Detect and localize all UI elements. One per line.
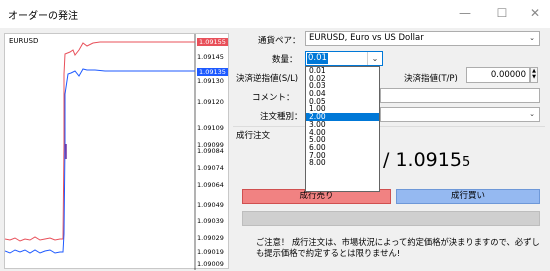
order-window: オーダーの発注 — ☐ ✕ EURUSD 1.09155 1.09145 1.0… [0, 0, 550, 271]
volume-select[interactable]: 0.01 ⌄ [305, 51, 383, 66]
comment-input[interactable] [380, 88, 540, 103]
bid-line [5, 68, 195, 254]
price-display-pip: 5 [461, 155, 471, 170]
volume-dropdown-list[interactable]: 0.01 0.02 0.03 0.04 0.05 1.00 2.00 3.00 … [305, 66, 380, 192]
volume-option[interactable]: 8.00 [306, 159, 379, 167]
symbol-label: 通貨ペア： [258, 36, 301, 46]
maximize-icon[interactable]: ☐ [491, 3, 513, 23]
price-label: 1.09029 [197, 234, 224, 242]
tp-label: 決済指値(T/P) [404, 74, 458, 84]
price-label: 1.09120 [197, 98, 224, 106]
bid-price-tag: 1.09135 [197, 68, 228, 76]
price-label: 1.09074 [197, 164, 224, 172]
price-label: 1.09145 [197, 53, 224, 61]
tp-input[interactable]: 0.00000 [466, 67, 530, 83]
group-title: 成行注文 [236, 131, 271, 141]
price-label: 1.09109 [197, 124, 224, 132]
price-label: 1.09049 [197, 201, 224, 209]
volume-label: 数量： [272, 55, 298, 65]
tick-chart: EURUSD 1.09155 1.09145 1.09135 1.09130 1… [4, 33, 229, 270]
buy-button[interactable]: 成行買い [396, 189, 540, 204]
symbol-value: EURUSD, Euro vs US Dollar [309, 33, 424, 43]
price-display: / 1.09155 [383, 149, 470, 171]
order-type-select[interactable]: ⌄ [380, 107, 540, 122]
ask-line [5, 41, 195, 242]
window-title: オーダーの発注 [8, 11, 78, 22]
sl-label: 決済逆指値(S/L) [236, 74, 299, 84]
chevron-down-icon: ⌄ [529, 110, 535, 118]
title-bar: オーダーの発注 — ☐ ✕ [0, 0, 550, 28]
order-type-label: 注文種別： [260, 112, 303, 122]
close-icon[interactable]: ✕ [524, 3, 546, 23]
comment-label: コメント： [252, 93, 295, 103]
price-label: 1.09064 [197, 181, 224, 189]
price-label: 1.09039 [197, 217, 224, 225]
notice-text: ご注意！ 成行注文は、市場状況によって約定価格が決まりますので、必ずしも提示価格… [256, 237, 540, 258]
price-display-main: / 1.0915 [383, 149, 462, 171]
price-label: 1.09084 [197, 147, 224, 155]
tp-spinner[interactable]: ▲ ▼ [530, 67, 538, 83]
symbol-select[interactable]: EURUSD, Euro vs US Dollar ⌄ [305, 31, 540, 46]
price-label: 1.09130 [197, 77, 224, 85]
price-label: 1.09019 [197, 248, 224, 256]
ask-price-tag: 1.09155 [197, 38, 228, 46]
chevron-down-icon: ⌄ [529, 34, 535, 42]
minimize-icon[interactable]: — [454, 3, 476, 23]
price-label: 1.09009 [197, 260, 224, 268]
status-bar [242, 211, 540, 226]
chevron-down-icon: ⌄ [367, 52, 382, 65]
volume-value: 0.01 [307, 53, 328, 64]
